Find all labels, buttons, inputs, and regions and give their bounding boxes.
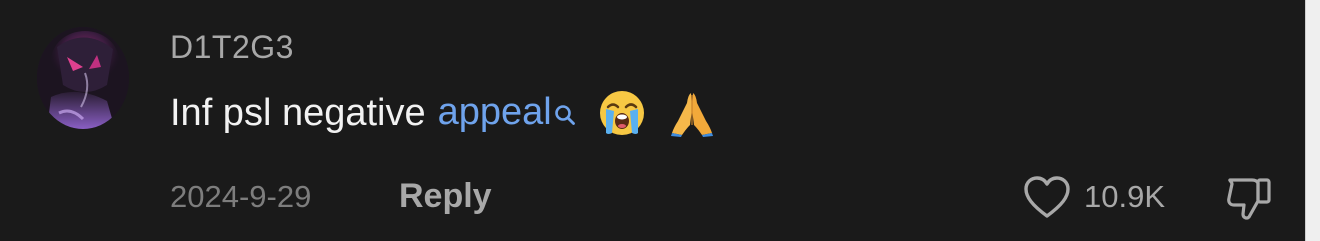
folded-hands-emoji xyxy=(668,89,716,137)
comment-date: 2024-9-29 xyxy=(170,179,312,214)
search-term-label: appeal xyxy=(437,91,552,133)
comment-text-plain: Inf psl negative xyxy=(170,92,426,134)
comment-text: Inf psl negative appeal xyxy=(170,86,716,140)
username[interactable]: D1T2G3 xyxy=(170,27,294,67)
like-button[interactable]: 10.9K xyxy=(1022,172,1165,222)
avatar[interactable] xyxy=(37,27,129,129)
search-icon xyxy=(554,88,576,140)
dislike-button[interactable] xyxy=(1222,170,1276,224)
reply-button[interactable]: Reply xyxy=(399,176,492,216)
thumbs-down-icon xyxy=(1222,170,1276,224)
like-count: 10.9K xyxy=(1084,179,1166,214)
scrollbar[interactable] xyxy=(1305,0,1320,241)
loudly-crying-face-emoji xyxy=(598,89,646,137)
heart-icon xyxy=(1022,174,1072,220)
comment-item: D1T2G3 Inf psl negative appeal 2024-9-29… xyxy=(0,0,1320,241)
search-term-link[interactable]: appeal xyxy=(438,86,576,140)
